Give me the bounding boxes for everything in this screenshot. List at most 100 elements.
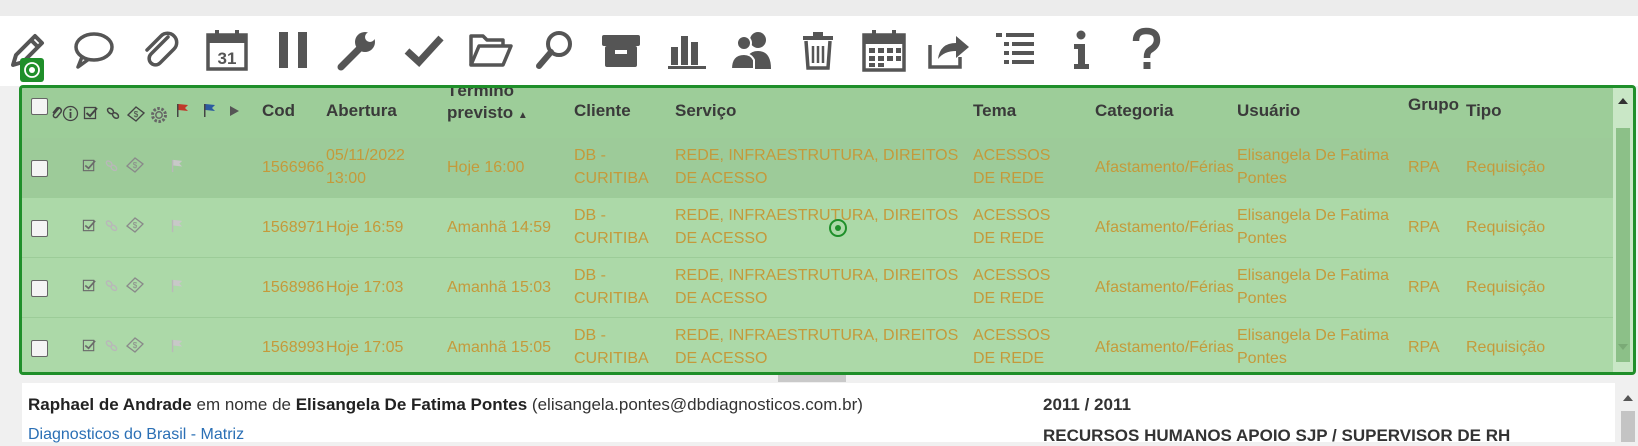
- cell-abertura: Hoje 17:05: [326, 339, 404, 356]
- grid-vertical-scrollbar[interactable]: [1613, 88, 1633, 372]
- row-checkbox[interactable]: [31, 220, 48, 237]
- panel-scrollbar[interactable]: [1617, 383, 1638, 442]
- ticket-grid: $ Cod Abertura Término previsto ▲ Client…: [19, 85, 1636, 375]
- money-icon: $: [125, 216, 145, 239]
- cell-cod: 1566966: [262, 159, 325, 176]
- col-cod[interactable]: Cod: [262, 100, 295, 122]
- cell-categoria: Afastamento/Férias: [1095, 339, 1234, 356]
- select-all-checkbox[interactable]: [31, 98, 48, 115]
- cell-abertura: Hoje 16:59: [326, 219, 404, 236]
- info-icon[interactable]: [1053, 24, 1109, 76]
- money-col-icon[interactable]: $: [126, 105, 146, 128]
- toolbar: 31: [0, 16, 1638, 86]
- pause-icon[interactable]: [265, 24, 321, 76]
- checkmark-icon[interactable]: [396, 24, 452, 76]
- requester-panel: Raphael de Andrade em nome de Elisangela…: [22, 383, 1615, 445]
- users-icon[interactable]: [724, 24, 780, 76]
- col-abertura[interactable]: Abertura: [326, 100, 397, 122]
- money-icon: $: [125, 276, 145, 299]
- red-flag-icon[interactable]: [175, 102, 191, 123]
- panel-scroll-up-icon[interactable]: [1622, 393, 1634, 403]
- cell-tipo: Requisição: [1466, 219, 1546, 236]
- row-checkbox[interactable]: [31, 160, 48, 177]
- check-col-icon[interactable]: [83, 105, 99, 126]
- scroll-down-icon[interactable]: [1617, 342, 1629, 352]
- cell-usuario: Elisangela De Fatima Pontes: [1237, 327, 1390, 367]
- speech-bubble-icon[interactable]: [66, 24, 122, 76]
- magnifier-icon[interactable]: [527, 24, 583, 76]
- cell-servico: REDE, INFRAESTRUTURA, DIREITOS DE ACESSO: [675, 267, 959, 307]
- link-icon: [104, 158, 119, 178]
- requester-line: Raphael de Andrade em nome de Elisangela…: [28, 395, 863, 415]
- row-checkbox[interactable]: [31, 280, 48, 297]
- calendar-31-icon[interactable]: 31: [199, 24, 255, 76]
- horizontal-scroll-thumb[interactable]: [778, 375, 846, 382]
- col-termino-label: Término previsto: [447, 85, 515, 122]
- cell-tipo: Requisição: [1466, 279, 1546, 296]
- share-icon[interactable]: [921, 24, 977, 76]
- cell-servico: REDE, INFRAESTRUTURA, DIREITOS DE ACESSO: [675, 207, 959, 247]
- cell-grupo: RPA: [1408, 339, 1440, 356]
- author-name: Raphael de Andrade: [28, 395, 192, 414]
- on-behalf-label: em nome de: [196, 395, 291, 414]
- scroll-up-icon[interactable]: [1617, 96, 1629, 106]
- cell-termino: Amanhã 15:05: [447, 339, 552, 356]
- expand-arrow-icon[interactable]: [228, 104, 240, 123]
- gear-col-icon[interactable]: [149, 105, 169, 130]
- paperclip-icon[interactable]: [133, 24, 189, 76]
- target-icon: [20, 58, 44, 82]
- folder-open-icon[interactable]: [462, 24, 518, 76]
- list-icon[interactable]: [987, 24, 1043, 76]
- scroll-thumb[interactable]: [1616, 128, 1630, 362]
- col-termino-previsto[interactable]: Término previsto ▲: [447, 85, 537, 127]
- help-icon[interactable]: [1118, 24, 1174, 76]
- panel-scroll-thumb[interactable]: [1621, 411, 1635, 442]
- cell-cod: 1568986: [262, 279, 325, 296]
- link-col-icon[interactable]: [105, 105, 121, 126]
- cell-tipo: Requisição: [1466, 159, 1546, 176]
- sort-ascending-icon: ▲: [517, 110, 528, 121]
- cell-abertura: 05/11/2022 13:00: [326, 147, 405, 187]
- flag-icon: [170, 218, 185, 238]
- cell-abertura: Hoje 17:03: [326, 279, 404, 296]
- department-label: RECURSOS HUMANOS APOIO SJP / SUPERVISOR …: [1043, 426, 1511, 445]
- cell-termino: Amanhã 15:03: [447, 279, 552, 296]
- cell-grupo: RPA: [1408, 279, 1440, 296]
- cell-servico: REDE, INFRAESTRUTURA, DIREITOS DE ACESSO: [675, 327, 959, 367]
- col-usuario[interactable]: Usuário: [1237, 100, 1300, 122]
- cell-termino: Hoje 16:00: [447, 159, 525, 176]
- table-row[interactable]: $ 1568993 Hoje 17:05 Amanhã 15:05 DB - C…: [22, 318, 1616, 372]
- info-col-icon[interactable]: [62, 105, 79, 127]
- link-icon: [104, 278, 119, 298]
- row-checkbox[interactable]: [31, 340, 48, 357]
- cell-cod: 1568971: [262, 219, 325, 236]
- calendar-grid-icon[interactable]: [856, 24, 912, 76]
- company-link[interactable]: Diagnosticos do Brasil - Matriz: [28, 426, 244, 444]
- blue-flag-icon[interactable]: [202, 102, 218, 123]
- wrench-icon[interactable]: [330, 24, 386, 76]
- cell-categoria: Afastamento/Férias: [1095, 219, 1234, 236]
- col-servico[interactable]: Serviço: [675, 100, 736, 122]
- col-grupo[interactable]: Grupo: [1408, 94, 1459, 116]
- calendar-day-label: 31: [218, 49, 237, 68]
- svg-text:$: $: [133, 161, 138, 170]
- trash-icon[interactable]: [790, 24, 846, 76]
- col-tema[interactable]: Tema: [973, 100, 1016, 122]
- cell-termino: Amanhã 14:59: [447, 219, 552, 236]
- table-row[interactable]: $ 1568986 Hoje 17:03 Amanhã 15:03 DB - C…: [22, 258, 1616, 318]
- cell-categoria: Afastamento/Férias: [1095, 279, 1234, 296]
- cell-cliente: DB - CURITIBA: [574, 147, 649, 187]
- cell-servico: REDE, INFRAESTRUTURA, DIREITOS DE ACESSO: [675, 147, 959, 187]
- bar-chart-icon[interactable]: [659, 24, 715, 76]
- col-cliente[interactable]: Cliente: [574, 100, 631, 122]
- crosshair-target-icon: [828, 218, 848, 243]
- top-strip: [0, 0, 1638, 16]
- archive-box-icon[interactable]: [593, 24, 649, 76]
- check-icon: [82, 278, 97, 298]
- col-tipo[interactable]: Tipo: [1466, 100, 1502, 122]
- table-row[interactable]: $ 1566966 05/11/2022 13:00 Hoje 16:00 DB…: [22, 138, 1616, 198]
- cell-cod: 1568993: [262, 339, 325, 356]
- extension-number: 2011 / 2011: [1043, 395, 1131, 414]
- table-row[interactable]: $ 1568971 Hoje 16:59 Amanhã 14:59 DB - C…: [22, 198, 1616, 258]
- col-categoria[interactable]: Categoria: [1095, 100, 1173, 122]
